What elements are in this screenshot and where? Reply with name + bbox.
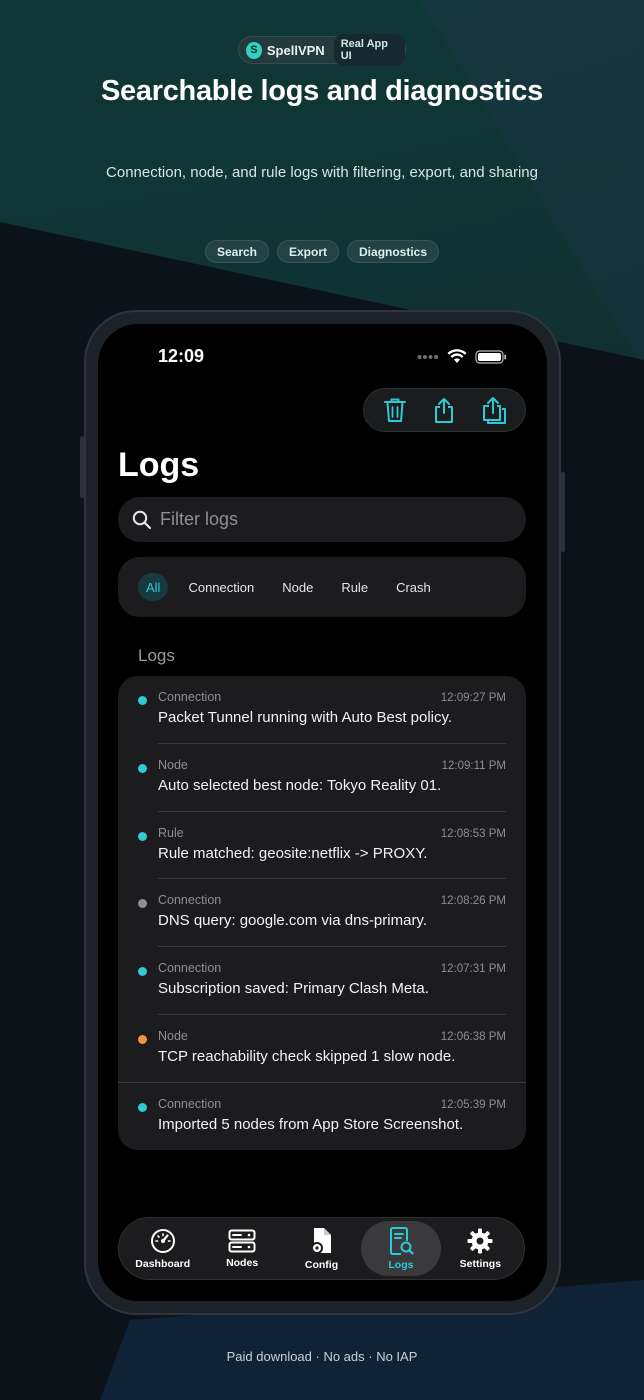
- filter-chip-crash[interactable]: Crash: [388, 573, 439, 601]
- log-category: Rule: [158, 825, 184, 840]
- log-message: Packet Tunnel running with Auto Best pol…: [158, 709, 453, 726]
- export-logs-button[interactable]: [477, 393, 511, 427]
- tab-logs[interactable]: Logs: [361, 1221, 441, 1276]
- tab-label: Nodes: [226, 1256, 259, 1269]
- brand-logo-icon: S: [246, 41, 262, 59]
- status-icons: [417, 349, 507, 364]
- log-category: Node: [158, 1028, 188, 1043]
- log-time: 12:08:53 PM: [440, 827, 506, 840]
- phone-side-button: [561, 472, 565, 552]
- log-entry[interactable]: Rule 12:08:53 PM Rule matched: geosite:n…: [118, 812, 526, 880]
- share-icon: [435, 398, 454, 423]
- brand-badge: S SpellVPN Real App UI: [238, 34, 406, 66]
- log-message: DNS query: google.com via dns-primary.: [158, 912, 427, 930]
- tab-label: Logs: [388, 1258, 414, 1271]
- gear-icon: [467, 1228, 493, 1253]
- log-category: Connection: [158, 1096, 222, 1111]
- log-time: 12:06:38 PM: [440, 1030, 506, 1043]
- status-time: 12:09: [158, 346, 205, 366]
- filter-chip-rule[interactable]: Rule: [333, 573, 376, 601]
- log-level-dot: [138, 1034, 147, 1044]
- tab-dashboard[interactable]: Dashboard: [123, 1221, 202, 1276]
- tab-bar: Dashboard Nodes Config Logs Settings: [118, 1217, 525, 1280]
- log-time: 12:09:11 PM: [441, 759, 506, 772]
- battery-icon: [475, 349, 507, 364]
- filter-chip-all[interactable]: All: [138, 573, 169, 601]
- search-input[interactable]: [160, 509, 500, 530]
- log-time: 12:09:27 PM: [440, 692, 506, 704]
- log-message: TCP reachability check skipped 1 slow no…: [158, 1047, 456, 1065]
- log-level-dot: [138, 899, 147, 909]
- log-filter-bar: All Connection Node Rule Crash: [118, 557, 526, 617]
- subline: Connection, node, and rule logs with fil…: [106, 164, 538, 181]
- feature-chip-export: Export: [277, 240, 340, 263]
- brand-name: SpellVPN: [266, 42, 325, 58]
- feature-chips: Search Export Diagnostics: [0, 240, 644, 263]
- log-message: Imported 5 nodes from App Store Screensh…: [158, 1115, 464, 1133]
- page-title: Logs: [118, 446, 200, 484]
- log-message: Auto selected best node: Tokyo Reality 0…: [158, 776, 442, 794]
- log-entry[interactable]: Node 12:06:38 PM TCP reachability check …: [118, 1015, 526, 1083]
- wifi-icon: [447, 349, 467, 363]
- log-entry[interactable]: Node 12:09:11 PM Auto selected best node…: [118, 744, 526, 812]
- search-icon: [132, 510, 152, 529]
- log-entry[interactable]: Connection 12:08:26 PM DNS query: google…: [118, 879, 526, 948]
- gauge-icon: [150, 1228, 175, 1253]
- config-file-icon: [310, 1227, 331, 1254]
- log-level-dot: [138, 967, 147, 977]
- tab-label: Config: [304, 1258, 339, 1271]
- footer-note: Paid download · No ads · No IAP: [226, 1349, 418, 1364]
- log-entry[interactable]: Connection 12:07:31 PM Subscription save…: [118, 947, 526, 1015]
- tab-settings[interactable]: Settings: [441, 1221, 520, 1276]
- phone-side-button: [80, 436, 84, 498]
- log-entry[interactable]: Connection 12:09:27 PM Packet Tunnel run…: [118, 676, 526, 744]
- log-category: Connection: [158, 961, 222, 976]
- log-category: Connection: [158, 893, 222, 908]
- log-search-icon: [389, 1226, 414, 1255]
- tab-config[interactable]: Config: [282, 1221, 361, 1276]
- log-level-dot: [138, 1102, 147, 1112]
- tab-label: Dashboard: [135, 1257, 191, 1270]
- log-level-dot: [138, 696, 147, 705]
- log-category: Node: [158, 757, 188, 772]
- tab-nodes[interactable]: Nodes: [202, 1221, 281, 1276]
- brand-tag: Real App UI: [333, 34, 405, 66]
- phone-screen: 12:09 Logs Filter logs All Connection No…: [98, 324, 547, 1301]
- export-icon: [483, 397, 507, 424]
- headline: Searchable logs and diagnostics: [101, 75, 543, 107]
- share-logs-button[interactable]: [427, 393, 461, 427]
- log-entry[interactable]: Connection 12:05:39 PM Imported 5 nodes …: [118, 1083, 526, 1150]
- log-level-dot: [138, 831, 147, 841]
- tab-label: Settings: [459, 1257, 502, 1270]
- log-level-dot: [138, 763, 147, 773]
- log-time: 12:08:26 PM: [440, 895, 506, 908]
- log-list: Connection 12:09:27 PM Packet Tunnel run…: [118, 676, 526, 1150]
- clear-logs-button[interactable]: [378, 393, 412, 427]
- search-field[interactable]: [118, 497, 526, 542]
- feature-chip-diagnostics: Diagnostics: [347, 240, 440, 263]
- filter-chip-node[interactable]: Node: [274, 573, 321, 601]
- log-time: 12:07:31 PM: [440, 963, 506, 976]
- log-message: Subscription saved: Primary Clash Meta.: [158, 980, 429, 998]
- section-label: Logs: [138, 646, 175, 665]
- log-time: 12:05:39 PM: [440, 1098, 506, 1111]
- log-category: Connection: [158, 690, 222, 704]
- filter-chip-connection[interactable]: Connection: [180, 573, 262, 601]
- feature-chip-search: Search: [204, 240, 269, 263]
- signal-icon: [417, 354, 438, 359]
- log-message: Rule matched: geosite:netflix -> PROXY.: [158, 844, 428, 862]
- log-actions-toolbar: [363, 388, 526, 432]
- trash-icon: [383, 398, 406, 422]
- server-icon: [228, 1229, 256, 1252]
